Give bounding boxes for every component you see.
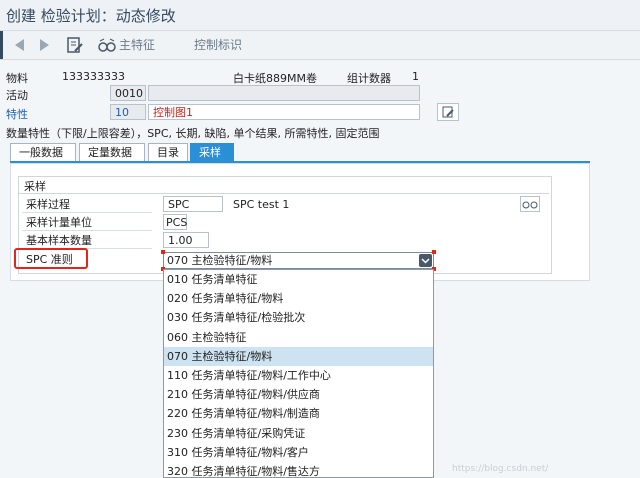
material-description: 白卡纸889MM卷 — [233, 72, 317, 85]
activity-field: 0010 — [110, 85, 146, 101]
dropdown-option[interactable]: 010 任务清单特征 — [164, 270, 433, 289]
edit-document-icon[interactable] — [66, 35, 84, 55]
dropdown-option[interactable]: 230 任务清单特征/采购凭证 — [164, 424, 433, 443]
toolbar-edge — [0, 31, 3, 59]
back-arrow-icon[interactable] — [12, 35, 26, 55]
dropdown-option[interactable]: 310 任务清单特征/物料/客户 — [164, 443, 433, 462]
forward-arrow-icon[interactable] — [38, 35, 52, 55]
spc-criterion-highlight — [14, 248, 88, 269]
tab-general-data[interactable]: 一般数据 — [10, 143, 76, 161]
spc-criterion-value: 070 主检验特征/物料 — [167, 254, 273, 267]
characteristic-label: 特性 — [6, 108, 28, 121]
material-label: 物料 — [6, 72, 28, 85]
spc-criterion-select[interactable]: 070 主检验特征/物料 — [163, 252, 434, 269]
dropdown-option[interactable]: 070 主检验特征/物料 — [164, 346, 433, 366]
toolbar: 主特征 控制标识 — [0, 31, 640, 60]
base-sample-size-label: 基本样本数量 — [22, 232, 152, 249]
window-title: 创建 检验计划：动态修改 — [6, 7, 176, 25]
tab-quantitative-data[interactable]: 定量数据 — [79, 143, 145, 161]
glasses-icon[interactable] — [520, 196, 540, 212]
dropdown-option[interactable]: 220 任务清单特征/物料/制造商 — [164, 404, 433, 423]
sampling-procedure-label: 采样过程 — [22, 196, 152, 213]
sampling-procedure-field[interactable]: SPC — [163, 196, 223, 212]
main-characteristic-button[interactable]: 主特征 — [119, 35, 155, 55]
tab-sampling[interactable]: 采样 — [190, 143, 234, 161]
group-counter-value: 1 — [412, 70, 419, 83]
control-indicator-button[interactable]: 控制标识 — [194, 35, 242, 55]
sampling-procedure-description: SPC test 1 — [233, 198, 290, 211]
control-chart-field[interactable]: 控制图1 — [148, 104, 420, 120]
group-counter-label: 组计数器 — [347, 72, 391, 85]
dropdown-option[interactable]: 320 任务清单特征/物料/售达方 — [164, 462, 433, 477]
dropdown-option[interactable]: 060 主检验特征 — [164, 328, 433, 347]
dropdown-option[interactable]: 020 任务清单特征/物料 — [164, 289, 433, 308]
tab-catalog[interactable]: 目录 — [148, 143, 188, 161]
spc-criterion-dropdown[interactable]: 010 任务清单特征 020 任务清单特征/物料 030 任务清单特征/检验批次 06… — [163, 269, 434, 478]
dropdown-option[interactable]: 030 任务清单特征/检验批次 — [164, 308, 433, 327]
material-value: 133333333 — [62, 70, 125, 83]
sampling-unit-label: 采样计量单位 — [22, 214, 152, 231]
base-sample-size-field[interactable]: 1.00 — [163, 232, 209, 248]
group-divider — [19, 193, 549, 194]
activity-label: 活动 — [6, 89, 28, 102]
selection-handle — [432, 250, 436, 254]
sampling-group-title: 采样 — [24, 180, 46, 193]
sampling-unit-field[interactable]: PCS — [163, 214, 187, 230]
characteristic-field: 10 — [110, 104, 146, 120]
activity-description-field — [148, 85, 420, 101]
dropdown-option[interactable]: 210 任务清单特征/物料/供应商 — [164, 385, 433, 404]
edit-text-icon[interactable] — [437, 103, 459, 121]
dropdown-option[interactable]: 110 任务清单特征/物料/工作中心 — [164, 366, 433, 385]
chevron-down-icon[interactable] — [419, 254, 432, 267]
selection-handle — [161, 250, 165, 254]
glasses-icon[interactable] — [97, 35, 117, 55]
watermark: https://blog.csdn.net/ — [452, 464, 549, 474]
title-bar: 创建 检验计划：动态修改 — [0, 0, 640, 31]
quantitative-characteristic-description: 数量特性（下限/上限容差），SPC, 长期, 缺陷, 单个结果, 所需特性, 固… — [6, 127, 380, 140]
